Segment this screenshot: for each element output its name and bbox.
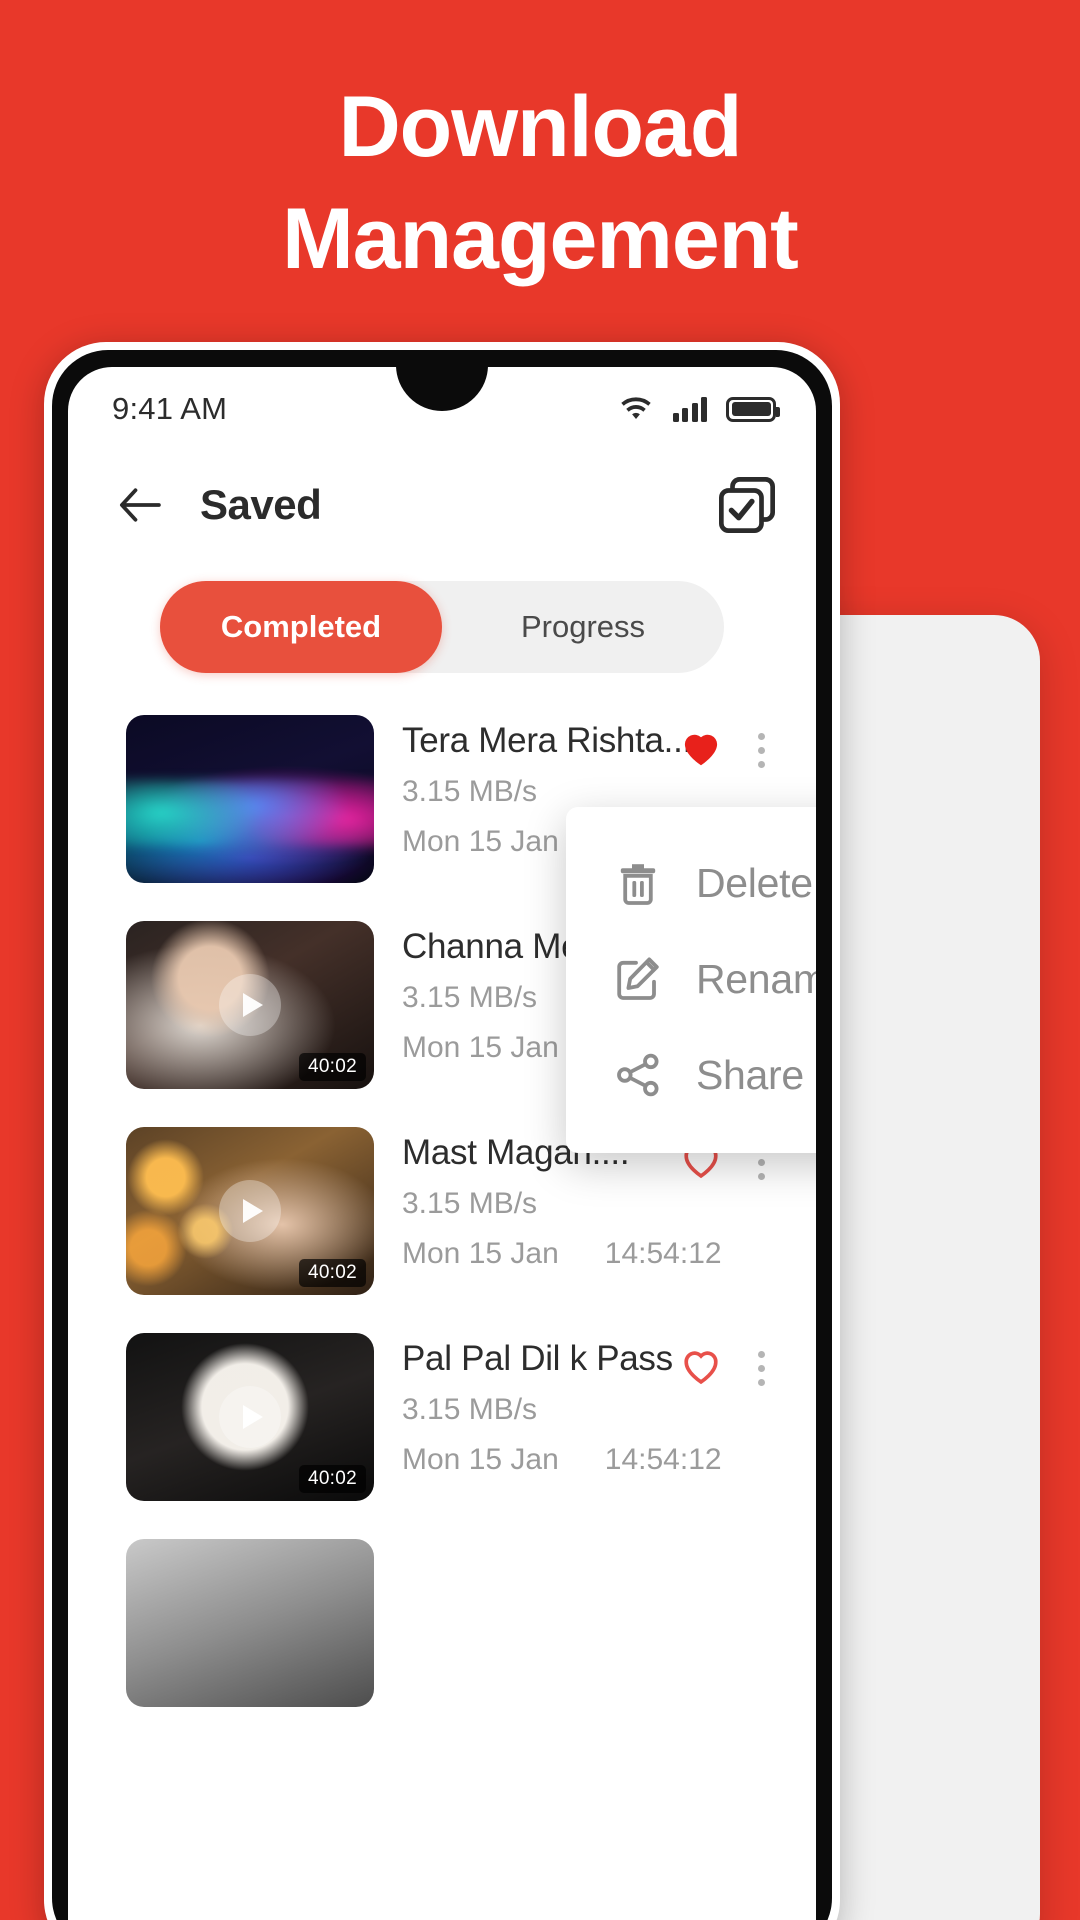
- play-icon[interactable]: [219, 1180, 281, 1242]
- status-bar-icons: [618, 396, 780, 423]
- status-bar-time: 9:41 AM: [112, 391, 228, 426]
- duration-badge: 40:02: [298, 1259, 366, 1287]
- tab-progress[interactable]: Progress: [442, 581, 724, 673]
- select-all-icon: [719, 477, 775, 533]
- context-menu-item-delete[interactable]: Delete: [566, 835, 816, 931]
- segmented-tabs: Completed Progress: [160, 581, 724, 673]
- play-icon[interactable]: [219, 974, 281, 1036]
- back-button[interactable]: [112, 477, 168, 533]
- edit-pencil-icon: [612, 953, 664, 1005]
- download-item-title: Pal Pal Dil k Pass: [402, 1339, 673, 1378]
- play-icon[interactable]: [219, 1386, 281, 1448]
- favorite-icon[interactable]: [678, 725, 724, 771]
- page-title: Saved: [200, 481, 322, 528]
- download-item-speed: 3.15 MB/s: [402, 1187, 538, 1220]
- promo-heading: Download Management: [0, 72, 1080, 296]
- partial-thumbnail[interactable]: [126, 1539, 374, 1707]
- select-all-button[interactable]: [716, 474, 778, 536]
- context-menu: Delete Rename: [566, 807, 816, 1153]
- woman-bokeh-lights-thumbnail[interactable]: 40:02: [126, 1127, 374, 1295]
- phone-bezel: 9:41 AM Saved Completed Progress Tera Me…: [52, 350, 832, 1920]
- back-arrow-icon: [119, 488, 161, 522]
- context-menu-label: Delete: [696, 859, 813, 906]
- download-item-time: 14:54:12: [604, 1237, 722, 1270]
- download-item-title: Tera Mera Rishta....: [402, 721, 702, 760]
- download-item[interactable]: 40:02 Pal Pal Dil k Pass 3.15 MB/s Mon 1…: [68, 1333, 816, 1501]
- download-item-date: Mon 15 Jan: [402, 1443, 559, 1476]
- more-options-icon[interactable]: [746, 725, 776, 775]
- download-item-meta: [374, 1539, 776, 1545]
- favorite-icon[interactable]: [678, 1343, 724, 1389]
- context-menu-label: Share: [696, 1051, 804, 1098]
- context-menu-item-rename[interactable]: Rename: [566, 931, 816, 1027]
- download-item-date: Mon 15 Jan: [402, 825, 559, 858]
- duration-badge: 40:02: [298, 1053, 366, 1081]
- battery-icon: [726, 396, 780, 422]
- more-options-icon[interactable]: [746, 1343, 776, 1393]
- phone-mockup: 9:41 AM Saved Completed Progress Tera Me…: [44, 342, 840, 1920]
- download-item-speed: 3.15 MB/s: [402, 775, 538, 808]
- share-icon: [612, 1049, 664, 1101]
- context-menu-label: Rename: [696, 955, 816, 1002]
- promo-heading-line2: Management: [282, 190, 799, 287]
- tabs-container: Completed Progress: [68, 559, 816, 673]
- tab-completed[interactable]: Completed: [160, 581, 442, 673]
- signal-bars-icon: [672, 396, 707, 422]
- download-item-actions: [678, 715, 776, 775]
- download-item-meta: Pal Pal Dil k Pass 3.15 MB/s Mon 15 Jan …: [374, 1333, 722, 1477]
- duration-badge: 40:02: [298, 1465, 366, 1493]
- download-item-datetime: Mon 15 Jan 14:54:12: [402, 1443, 722, 1477]
- download-item[interactable]: [68, 1539, 816, 1707]
- download-item-actions: [678, 1333, 776, 1393]
- download-item-datetime: Mon 15 Jan 14:54:12: [402, 1237, 722, 1271]
- wifi-icon: [618, 396, 654, 423]
- context-menu-item-share[interactable]: Share: [566, 1027, 816, 1123]
- woman-moon-backdrop-thumbnail[interactable]: 40:02: [126, 1333, 374, 1501]
- woman-in-white-dress-thumbnail[interactable]: 40:02: [126, 921, 374, 1089]
- phone-screen: 9:41 AM Saved Completed Progress Tera Me…: [68, 367, 816, 1920]
- trash-icon: [612, 857, 664, 909]
- app-bar: Saved: [68, 451, 816, 559]
- audio-waveform-thumbnail[interactable]: [126, 715, 374, 883]
- download-item-date: Mon 15 Jan: [402, 1031, 559, 1064]
- download-item-time: 14:54:12: [604, 1443, 722, 1476]
- promo-heading-line1: Download: [338, 79, 743, 175]
- download-item-speed: 3.15 MB/s: [402, 1393, 538, 1426]
- download-item-date: Mon 15 Jan: [402, 1237, 559, 1270]
